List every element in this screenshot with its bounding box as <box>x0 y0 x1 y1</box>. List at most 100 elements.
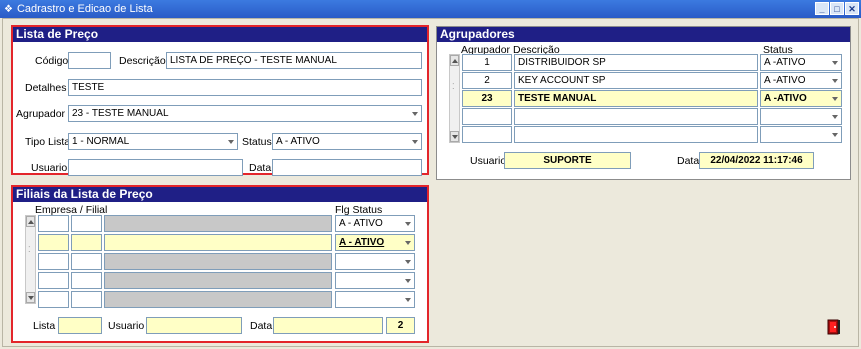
app-icon: ❖ <box>4 3 13 15</box>
chevron-down-icon[interactable] <box>224 134 237 149</box>
status-value: A - ATIVO <box>276 136 320 147</box>
filial-cell[interactable] <box>71 291 102 308</box>
filiais-scrollbar[interactable]: ⁚ <box>25 215 36 304</box>
status-cell[interactable] <box>760 108 842 125</box>
filial-name-cell <box>104 272 332 289</box>
flg-status-cell[interactable] <box>335 291 415 308</box>
lista-preco-header: Lista de Preço <box>13 27 427 42</box>
scroll-grip-icon: ⁚ <box>452 82 455 91</box>
descricao-field[interactable]: LISTA DE PREÇO - TESTE MANUAL <box>166 52 422 69</box>
filiais-data-label: Data <box>250 320 273 332</box>
flg-status-value: A - ATIVO <box>339 237 385 248</box>
scroll-up-icon[interactable] <box>450 55 459 66</box>
filiais-header: Filiais da Lista de Preço <box>13 187 427 202</box>
scroll-down-icon[interactable] <box>450 131 459 142</box>
chevron-down-icon[interactable] <box>828 109 841 124</box>
filial-name-cell <box>104 234 332 251</box>
usuario-field[interactable] <box>68 159 243 176</box>
filiais-usuario-label: Usuario <box>108 320 145 332</box>
exit-door-icon <box>827 319 840 335</box>
status-cell-value: A -ATIVO <box>764 93 807 104</box>
agrupadores-header: Agrupadores <box>437 27 850 42</box>
codigo-label: Código <box>35 55 69 67</box>
scroll-down-icon[interactable] <box>26 292 35 303</box>
filial-cell[interactable] <box>71 272 102 289</box>
flg-status-value: A - ATIVO <box>339 218 383 229</box>
filial-cell[interactable] <box>71 215 102 232</box>
filial-cell[interactable] <box>71 253 102 270</box>
agrupadores-data-label: Data <box>677 155 700 167</box>
agrupadores-panel: Agrupadores Agrupador Descrição Status ⁚… <box>436 26 851 180</box>
descricao-cell[interactable]: DISTRIBUIDOR SP <box>514 54 758 71</box>
window-client: Lista de Preço Código Descrição LISTA DE… <box>2 18 859 347</box>
agrupadores-usuario-field: SUPORTE <box>504 152 631 169</box>
usuario-label: Usuario <box>31 162 68 174</box>
descricao-cell[interactable] <box>514 108 758 125</box>
chevron-down-icon[interactable] <box>408 134 421 149</box>
exit-button[interactable] <box>825 318 843 336</box>
agrupador-cell[interactable]: 1 <box>462 54 512 71</box>
agrupadores-usuario-label: Usuario <box>470 155 507 167</box>
agrupador-cell[interactable] <box>462 108 512 125</box>
agrupador-cell[interactable]: 23 <box>462 90 512 107</box>
descricao-cell[interactable] <box>514 126 758 143</box>
filiais-lista-label: Lista <box>33 320 56 332</box>
agrupador-label: Agrupador <box>16 108 66 120</box>
scroll-up-icon[interactable] <box>26 216 35 227</box>
filial-name-cell <box>104 291 332 308</box>
flg-status-cell[interactable]: A - ATIVO <box>335 215 415 232</box>
agrupador-select[interactable]: 23 - TESTE MANUAL <box>68 105 422 122</box>
maximize-icon[interactable]: □ <box>830 2 844 15</box>
status-cell[interactable]: A -ATIVO <box>760 90 842 107</box>
chevron-down-icon[interactable] <box>828 55 841 70</box>
empresa-cell[interactable] <box>38 215 69 232</box>
flg-status-cell[interactable]: A - ATIVO <box>335 234 415 251</box>
lista-preco-panel: Lista de Preço Código Descrição LISTA DE… <box>11 25 429 176</box>
minimize-icon[interactable]: _ <box>815 2 829 15</box>
detalhes-label: Detalhes <box>25 82 67 94</box>
chevron-down-icon[interactable] <box>828 73 841 88</box>
chevron-down-icon[interactable] <box>401 292 414 307</box>
tipo-lista-select[interactable]: 1 - NORMAL <box>68 133 238 150</box>
agrupador-cell[interactable]: 2 <box>462 72 512 89</box>
filiais-lista-field <box>58 317 102 334</box>
status-select[interactable]: A - ATIVO <box>272 133 422 150</box>
chevron-down-icon[interactable] <box>401 235 414 250</box>
flg-status-cell[interactable] <box>335 272 415 289</box>
data-field[interactable] <box>272 159 422 176</box>
codigo-field[interactable] <box>68 52 111 69</box>
tipo-lista-label: Tipo Lista <box>25 136 71 148</box>
detalhes-field[interactable]: TESTE <box>68 79 422 96</box>
empresa-cell[interactable] <box>38 253 69 270</box>
chevron-down-icon[interactable] <box>828 127 841 142</box>
data-label: Data <box>249 162 272 174</box>
filial-name-cell <box>104 215 332 232</box>
chevron-down-icon[interactable] <box>401 273 414 288</box>
window-title: Cadrastro e Edicao de Lista <box>16 3 153 15</box>
empresa-cell[interactable] <box>38 234 69 251</box>
agrupadores-data-field: 22/04/2022 11:17:46 <box>699 152 814 169</box>
chevron-down-icon[interactable] <box>828 91 841 106</box>
chevron-down-icon[interactable] <box>401 216 414 231</box>
flg-status-cell[interactable] <box>335 253 415 270</box>
filiais-usuario-field <box>146 317 242 334</box>
status-cell[interactable]: A -ATIVO <box>760 72 842 89</box>
agrupadores-scrollbar[interactable]: ⁚ <box>449 54 460 143</box>
window-controls: _ □ ✕ <box>815 2 859 15</box>
chevron-down-icon[interactable] <box>408 106 421 121</box>
status-cell[interactable]: A -ATIVO <box>760 54 842 71</box>
agrupador-cell[interactable] <box>462 126 512 143</box>
tipo-lista-value: 1 - NORMAL <box>72 136 130 147</box>
filiais-count-field: 2 <box>386 317 415 334</box>
close-icon[interactable]: ✕ <box>845 2 859 15</box>
filial-cell[interactable] <box>71 234 102 251</box>
status-label: Status <box>242 136 272 148</box>
chevron-down-icon[interactable] <box>401 254 414 269</box>
empresa-cell[interactable] <box>38 272 69 289</box>
descricao-cell[interactable]: TESTE MANUAL <box>514 90 758 107</box>
window-titlebar: ❖ Cadrastro e Edicao de Lista _ □ ✕ <box>0 0 861 18</box>
empresa-cell[interactable] <box>38 291 69 308</box>
status-cell[interactable] <box>760 126 842 143</box>
descricao-cell[interactable]: KEY ACCOUNT SP <box>514 72 758 89</box>
descricao-label: Descrição <box>119 55 166 67</box>
